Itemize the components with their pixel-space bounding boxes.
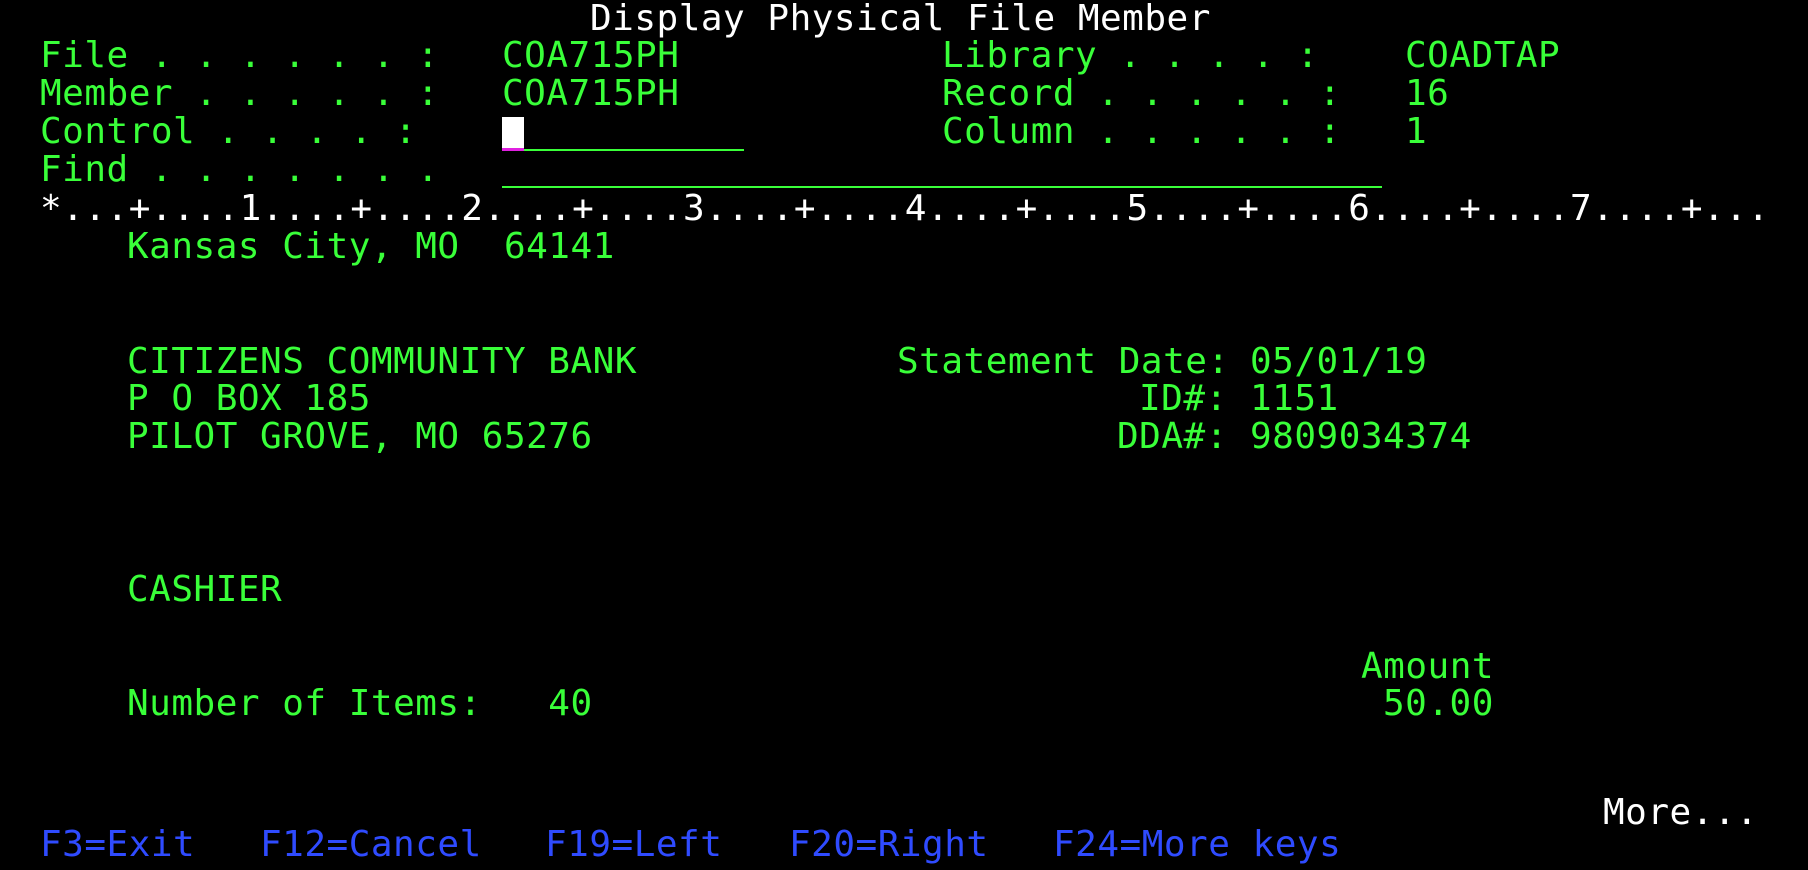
more-indicator: More... <box>1603 792 1759 833</box>
column-label: Column . . . . . : <box>942 111 1342 152</box>
column-value: 1 <box>1405 111 1428 152</box>
number-of-items: Number of Items: 40 <box>127 683 593 724</box>
po-box: P O BOX 185 <box>127 378 371 419</box>
f12-cancel-key[interactable]: F12=Cancel <box>260 826 482 864</box>
cashier-line: CASHIER <box>127 569 283 610</box>
amount-value: 50.00 <box>1383 683 1494 724</box>
amount-label: Amount <box>1361 646 1495 687</box>
column-ruler: *...+....1....+....2....+....3....+....4… <box>40 188 1770 229</box>
control-label: Control . . . . : <box>40 111 417 152</box>
library-label: Library . . . . : <box>942 35 1319 76</box>
dda-value: 9809034374 <box>1250 416 1472 457</box>
statement-date-value: 05/01/19 <box>1250 341 1428 382</box>
statement-date-label: Statement Date: <box>897 341 1230 382</box>
control-input[interactable] <box>502 115 744 151</box>
find-label: Find . . . . . . . <box>40 149 440 190</box>
member-label: Member . . . . . : <box>40 73 440 114</box>
f20-right-key[interactable]: F20=Right <box>789 826 989 864</box>
screen-title: Display Physical File Member <box>590 0 1211 39</box>
f3-exit-key[interactable]: F3=Exit <box>40 826 195 864</box>
f19-left-key[interactable]: F19=Left <box>545 826 722 864</box>
member-value: COA715PH <box>502 73 680 114</box>
find-input[interactable] <box>502 152 1382 188</box>
record-line-kansas-city: Kansas City, MO 64141 <box>127 226 615 267</box>
file-label: File . . . . . . : <box>40 35 440 76</box>
dda-label: DDA#: <box>1117 416 1228 457</box>
file-value: COA715PH <box>502 35 680 76</box>
bank-name: CITIZENS COMMUNITY BANK <box>127 341 637 382</box>
record-value: 16 <box>1405 73 1450 114</box>
library-value: COADTAP <box>1405 35 1561 76</box>
bank-city: PILOT GROVE, MO 65276 <box>127 416 593 457</box>
id-label: ID#: <box>1139 378 1228 419</box>
text-cursor <box>502 117 524 151</box>
record-label: Record . . . . . : <box>942 73 1342 114</box>
f24-more-keys-key[interactable]: F24=More keys <box>1053 826 1341 864</box>
id-value: 1151 <box>1250 378 1339 419</box>
